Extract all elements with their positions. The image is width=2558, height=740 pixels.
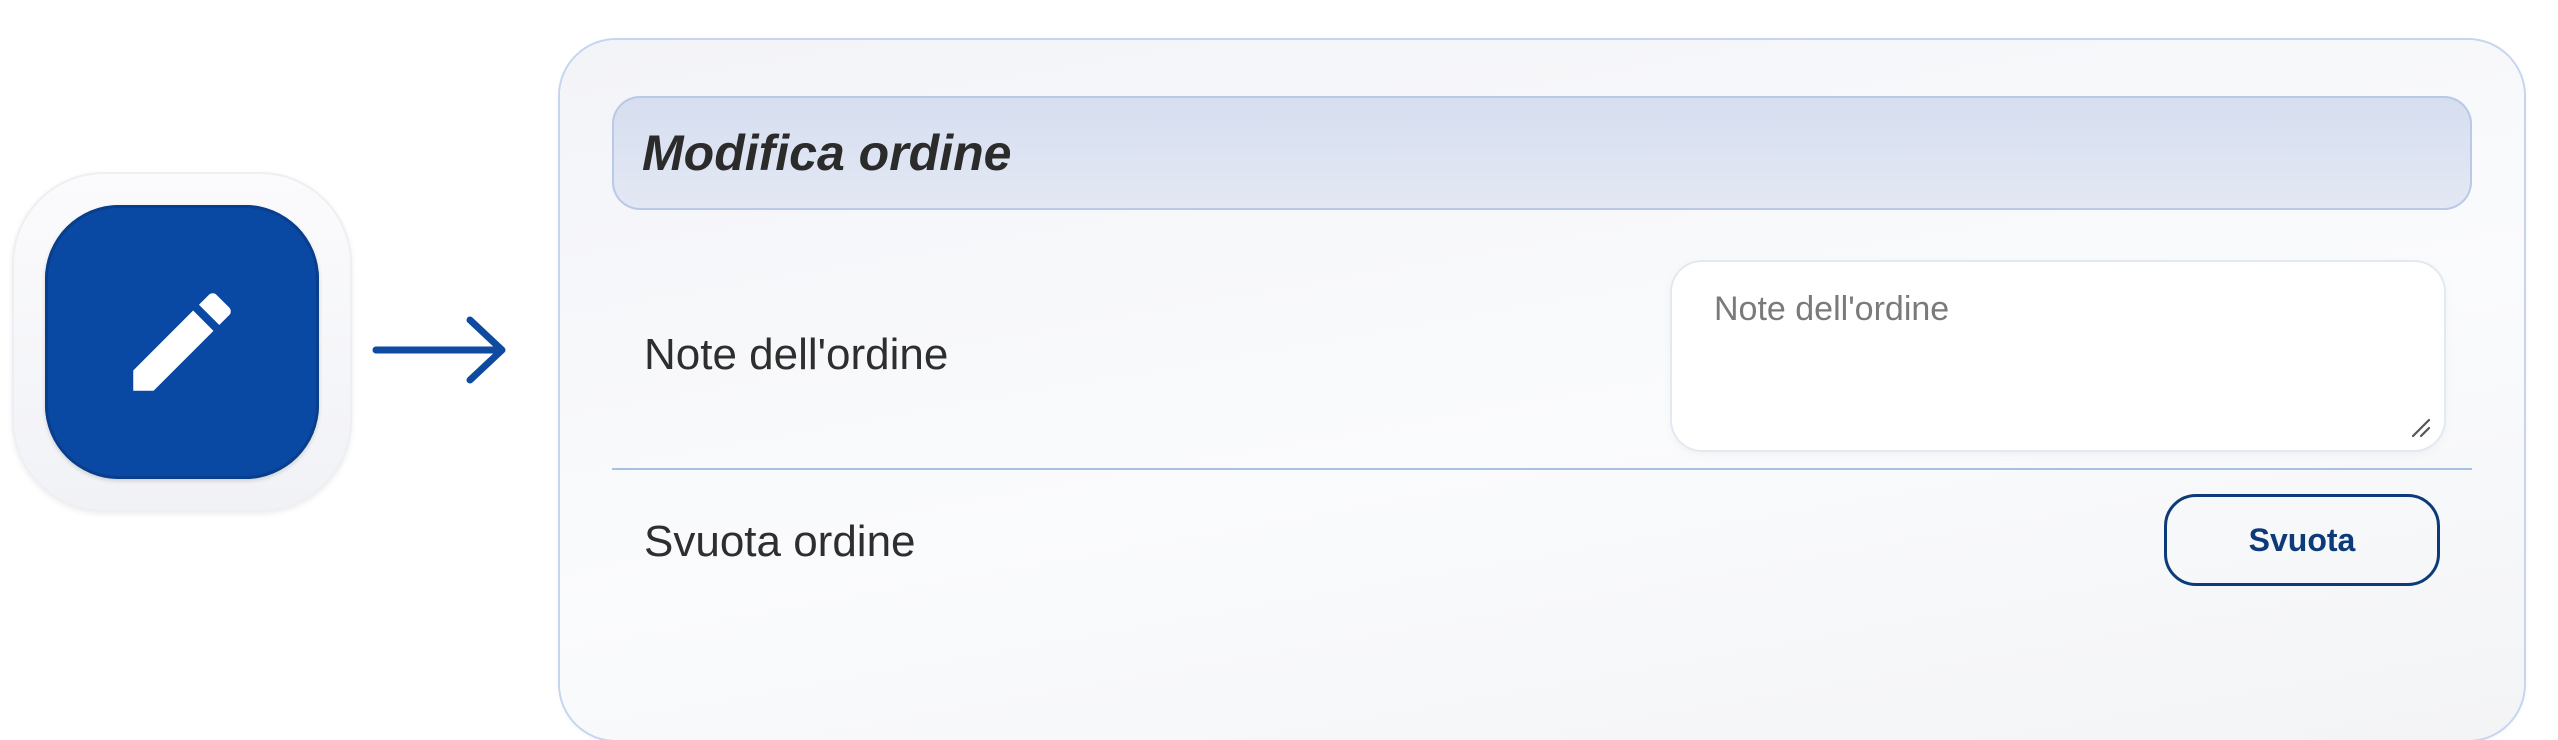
- order-notes-field[interactable]: [1672, 262, 2444, 450]
- order-notes-label: Note dell'ordine: [644, 330, 949, 379]
- order-settings-panel: Modifica ordine Note dell'ordine Svuota …: [560, 40, 2524, 740]
- edit-button-container: [12, 172, 352, 512]
- edit-order-button[interactable]: [45, 205, 319, 479]
- panel-title: Modifica ordine: [642, 125, 1012, 181]
- pencil-icon: [133, 293, 231, 391]
- clear-order-button[interactable]: Svuota: [2164, 494, 2440, 586]
- row-divider: [612, 468, 2472, 470]
- panel-header: Modifica ordine: [612, 96, 2472, 210]
- arrow-right-icon: [372, 316, 506, 384]
- clear-order-label: Svuota ordine: [644, 517, 916, 566]
- resize-handle-icon[interactable]: [2409, 416, 2431, 438]
